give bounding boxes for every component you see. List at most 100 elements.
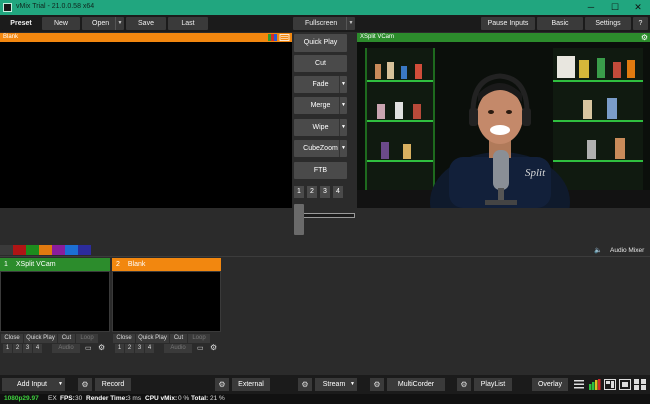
last-button[interactable]: Last	[168, 17, 208, 30]
audio-mixer-toggle[interactable]: 🔈 Audio Mixer	[594, 246, 648, 255]
input-1-name: XSplit VCam	[15, 261, 56, 268]
close-button[interactable]: ✕	[626, 1, 650, 14]
status-bar: 1080p29.97 EX FPS: 30 Render Time: 3 ms …	[0, 394, 650, 404]
record-button[interactable]: Record	[95, 378, 131, 391]
fullscreen-button[interactable]: Fullscreen ▼	[293, 17, 355, 30]
cpu-label: CPU vMix:	[145, 395, 178, 402]
transition-1-button[interactable]: 1	[294, 186, 304, 198]
color-tag-orange[interactable]	[39, 245, 52, 255]
gear-icon[interactable]: ⚙	[370, 378, 384, 391]
save-button[interactable]: Save	[126, 17, 166, 30]
maximize-button[interactable]: ☐	[603, 1, 627, 14]
input-1-overlay-3[interactable]: 3	[23, 344, 32, 353]
external-button[interactable]: External	[232, 378, 270, 391]
input-2-overlay-1[interactable]: 1	[115, 344, 124, 353]
new-button[interactable]: New	[42, 17, 80, 30]
chevron-down-icon[interactable]: ▼	[348, 378, 357, 391]
total-value: 21 %	[210, 395, 225, 402]
open-button[interactable]: Open ▼	[82, 17, 124, 30]
fade-button[interactable]: Fade ▼	[294, 76, 347, 93]
input-1-overlay-2[interactable]: 2	[13, 344, 22, 353]
chevron-down-icon[interactable]: ▼	[339, 119, 347, 136]
pause-inputs-label: Pause Inputs	[487, 20, 529, 27]
chevron-down-icon[interactable]: ▼	[346, 17, 355, 30]
input-1-overlay-4[interactable]: 4	[33, 344, 42, 353]
layout-icon[interactable]	[604, 379, 616, 390]
external-label: External	[238, 381, 264, 388]
input-2-quickplay-button[interactable]: Quick Play	[136, 334, 169, 343]
color-tag-gray[interactable]	[0, 245, 13, 255]
input-1-overlay-1[interactable]: 1	[3, 344, 12, 353]
fullscreen-icon[interactable]	[619, 379, 631, 390]
multicorder-button[interactable]: MultiCorder	[387, 378, 445, 391]
monitor-icon[interactable]: ▭	[85, 344, 92, 352]
input-1-close-button[interactable]: Close	[1, 334, 23, 343]
wipe-button[interactable]: Wipe ▼	[294, 119, 347, 136]
input-2-overlay-2[interactable]: 2	[125, 344, 134, 353]
chevron-down-icon[interactable]: ▼	[339, 76, 347, 93]
list-view-icon[interactable]	[574, 379, 584, 390]
input-2-cut-button[interactable]: Cut	[170, 334, 187, 343]
color-tag-strip	[0, 245, 100, 255]
input-2-header[interactable]: 2 Blank	[112, 258, 221, 271]
t-bar-handle[interactable]	[294, 204, 304, 235]
last-label: Last	[181, 20, 195, 27]
gear-icon[interactable]: ⚙	[78, 378, 92, 391]
input-2-close-button[interactable]: Close	[113, 334, 135, 343]
chevron-down-icon[interactable]: ▼	[115, 17, 124, 30]
gear-icon[interactable]: ⚙	[457, 378, 471, 391]
preset-button[interactable]: Preset	[2, 17, 40, 30]
minimize-button[interactable]: ─	[579, 1, 603, 14]
settings-button[interactable]: Settings	[585, 17, 631, 30]
gear-icon[interactable]: ⚙	[215, 378, 229, 391]
input-2-loop-button[interactable]: Loop	[188, 334, 210, 343]
transition-2-button[interactable]: 2	[307, 186, 317, 198]
playlist-button[interactable]: PlayList	[474, 378, 512, 391]
preview-screen[interactable]	[0, 42, 292, 208]
ftb-button[interactable]: FTB	[294, 162, 347, 179]
merge-button[interactable]: Merge ▼	[294, 97, 347, 114]
chevron-down-icon[interactable]: ▼	[56, 378, 65, 391]
input-1-loop-button[interactable]: Loop	[76, 334, 98, 343]
input-2-audio-button[interactable]: Audio	[164, 344, 192, 353]
preview-header: Blank	[0, 33, 292, 42]
color-tag-purple[interactable]	[52, 245, 65, 255]
audio-meter-icon[interactable]	[589, 379, 601, 390]
settings-grid-icon[interactable]	[634, 379, 646, 390]
gear-icon[interactable]: ⚙	[98, 343, 105, 352]
input-1-cut-button[interactable]: Cut	[58, 334, 75, 343]
output-screen[interactable]: Split	[357, 42, 650, 208]
gear-icon[interactable]: ⚙	[210, 343, 217, 352]
basic-button[interactable]: Basic	[537, 17, 583, 30]
color-tag-red[interactable]	[13, 245, 26, 255]
color-tag-navy[interactable]	[78, 245, 91, 255]
input-2-name: Blank	[127, 261, 146, 268]
gear-icon[interactable]: ⚙	[641, 33, 648, 42]
record-label: Record	[101, 381, 125, 388]
overlay-button[interactable]: Overlay	[532, 378, 568, 391]
monitor-icon[interactable]: ▭	[197, 344, 204, 352]
input-2-overlay-3[interactable]: 3	[135, 344, 144, 353]
input-1-thumbnail[interactable]	[0, 271, 110, 332]
help-button[interactable]: ?	[633, 17, 648, 30]
cut-button[interactable]: Cut	[294, 55, 347, 72]
add-input-button[interactable]: Add Input	[2, 378, 62, 391]
chevron-down-icon[interactable]: ▼	[339, 140, 347, 157]
fps-label: FPS:	[60, 395, 75, 402]
resolution-indicator[interactable]: 1080p29.97	[4, 394, 39, 404]
cubezoom-button[interactable]: CubeZoom ▼	[294, 140, 347, 157]
input-2-overlay-4[interactable]: 4	[145, 344, 154, 353]
quick-play-button[interactable]: Quick Play	[294, 34, 347, 52]
transition-4-button[interactable]: 4	[333, 186, 343, 198]
input-2-thumbnail[interactable]	[112, 271, 221, 332]
pause-inputs-button[interactable]: Pause Inputs	[481, 17, 535, 30]
input-1-audio-button[interactable]: Audio	[52, 344, 80, 353]
gear-icon[interactable]: ⚙	[298, 378, 312, 391]
chevron-down-icon[interactable]: ▼	[339, 97, 347, 114]
preview-color-icon[interactable]	[268, 34, 290, 41]
color-tag-blue[interactable]	[65, 245, 78, 255]
input-1-header[interactable]: 1 XSplit VCam	[0, 258, 110, 271]
transition-3-button[interactable]: 3	[320, 186, 330, 198]
input-1-quickplay-button[interactable]: Quick Play	[24, 334, 57, 343]
color-tag-green[interactable]	[26, 245, 39, 255]
